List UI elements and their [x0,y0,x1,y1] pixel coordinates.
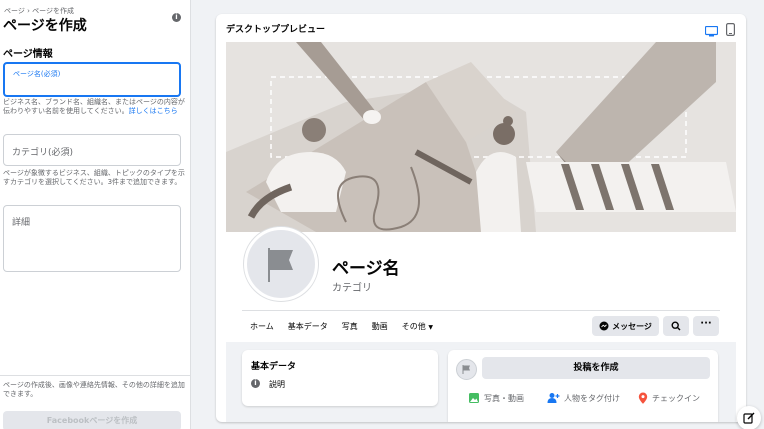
location-pin-icon [638,392,648,404]
bottom-note: ページの作成後、画像や連絡先情報、その他の詳細を追加できます。 [3,381,185,398]
learn-more-link[interactable]: 詳しくはこちら [129,107,178,115]
compose-button[interactable] [737,406,761,429]
tab-videos[interactable]: 動画 [372,320,388,335]
section-title: ページ情報 [3,49,53,60]
tag-people-action[interactable]: 人物をタグ付け [547,392,620,404]
more-options-button[interactable]: ··· [693,316,719,336]
tab-home[interactable]: ホーム [250,320,274,335]
tag-people-label: 人物をタグ付け [564,393,620,403]
details-textarea[interactable]: 詳細 [3,205,181,272]
about-card: 基本データ i 説明 [242,350,438,406]
tag-people-icon [547,393,560,403]
category-help: ページが象徴するビジネス、組織、トピックのタイプを示すカテゴリを選択してください… [3,169,185,186]
page-title: ページを作成 [3,18,87,34]
flag-icon [268,248,293,282]
details-placeholder: 詳細 [12,218,31,228]
search-icon [671,321,681,331]
flag-icon [462,365,470,374]
caret-down-icon: ▼ [428,324,433,331]
page-name-placeholder: ページ名(必須) [13,70,61,78]
tab-more-label: その他 [401,322,426,331]
create-page-button[interactable]: Facebookページを作成 [3,411,181,429]
page-name-input[interactable]: ページ名(必須) [3,62,181,97]
about-title: 基本データ [251,362,297,372]
photo-video-label: 写真・動画 [484,393,524,403]
profile-header: ページ名 カテゴリ ホーム 基本データ 写真 動画 その他 ▼ メッセージ ··… [226,227,736,342]
about-description: 説明 [269,380,285,389]
desktop-preview-card: デスクトッププレビュー ページ名 カテゴリ ホーム 基本データ 写真 動画 その… [216,14,746,422]
edit-icon [743,412,755,424]
photo-icon [469,393,479,403]
info-icon: i [251,379,260,388]
tab-photos[interactable]: 写真 [342,320,358,335]
desktop-icon[interactable] [704,22,719,41]
post-avatar [456,359,477,380]
profile-avatar[interactable] [244,227,318,301]
info-icon[interactable]: i [172,13,181,22]
tab-more[interactable]: その他 ▼ [402,320,433,335]
message-button[interactable]: メッセージ [592,316,659,336]
page-name-help: ビジネス名、ブランド名、組織名、またはページの内容が伝わりやすい名前を使用してく… [3,98,185,116]
page-category: カテゴリ [332,283,372,294]
create-post-card: 投稿を作成 写真・動画 人物をタグ付け チェックイン [448,350,718,422]
message-button-label: メッセージ [612,321,652,331]
check-in-action[interactable]: チェックイン [638,392,700,404]
divider [0,375,191,376]
create-post-button[interactable]: 投稿を作成 [482,357,710,379]
category-input[interactable]: カテゴリ(必須) [3,134,181,166]
tab-about[interactable]: 基本データ [288,320,328,335]
category-placeholder: カテゴリ(必須) [12,148,74,158]
page-body: 基本データ i 説明 投稿を作成 写真・動画 人物をタグ付け チェックイン [226,342,736,422]
preview-title: デスクトッププレビュー [226,25,326,35]
divider [242,310,720,311]
search-button[interactable] [663,316,689,336]
cover-illustration [226,42,736,232]
page-name: ページ名 [332,259,400,279]
create-page-sidebar: ページ › ページを作成 ページを作成 i ページ情報 ページ名(必須) ビジネ… [0,0,191,429]
check-in-label: チェックイン [652,393,700,403]
page-tabs: ホーム 基本データ 写真 動画 その他 ▼ [250,320,447,335]
photo-video-action[interactable]: 写真・動画 [468,392,524,404]
messenger-icon [599,321,609,331]
mobile-icon[interactable] [726,21,736,40]
